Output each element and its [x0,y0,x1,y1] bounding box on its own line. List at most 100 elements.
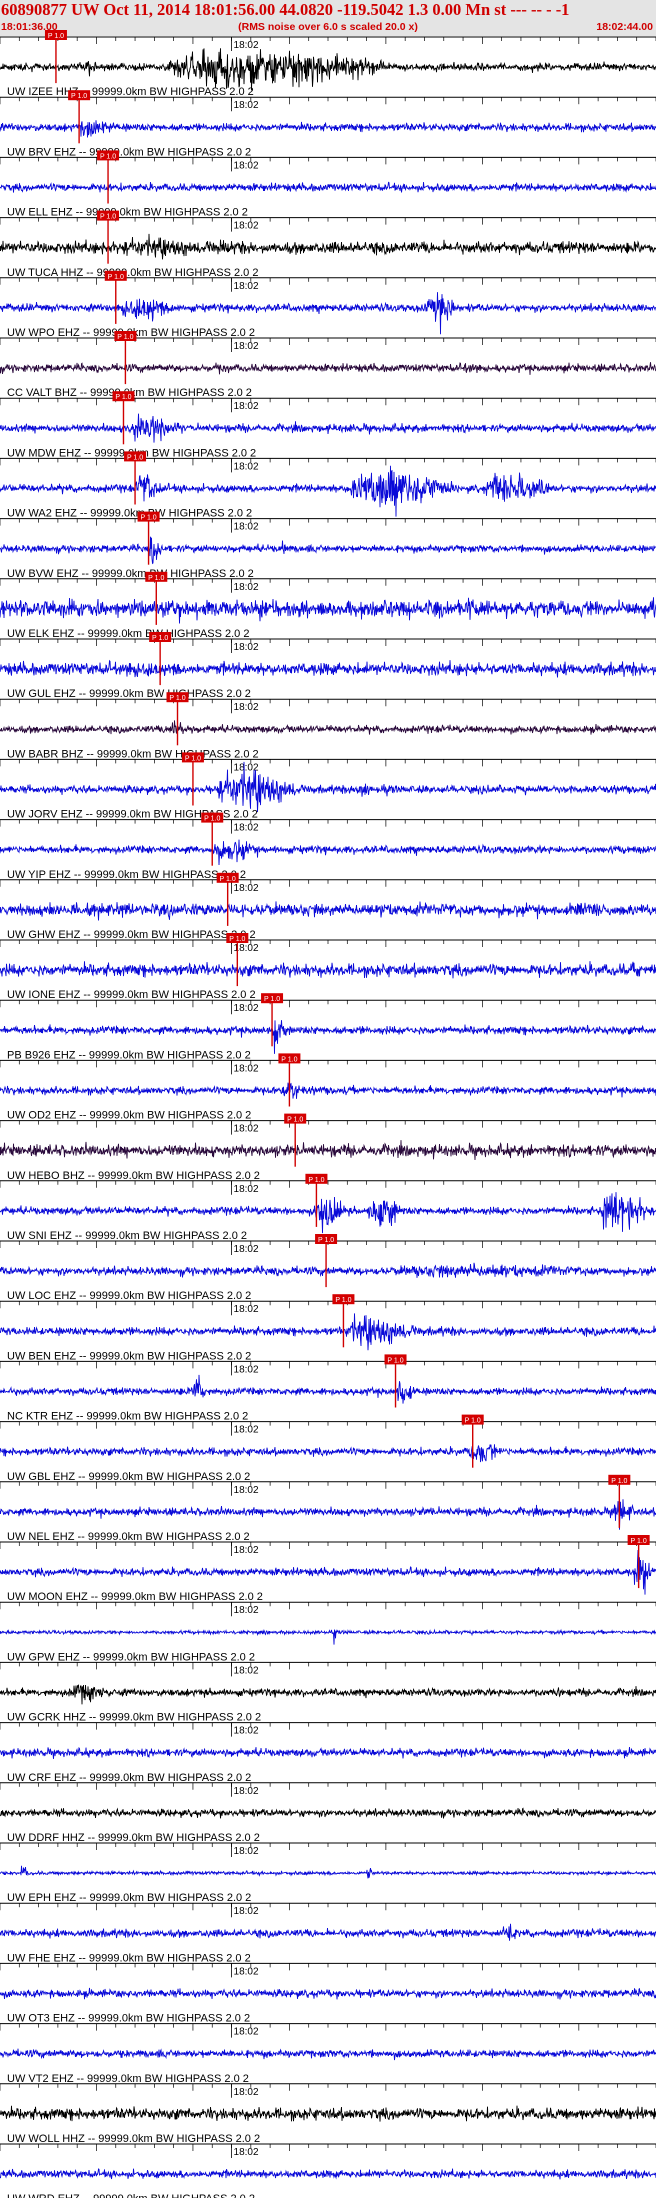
trace-label: UW BABR BHZ -- 99999.0km BW HIGHPASS 2.0… [7,748,259,760]
minute-tick-label: 18:02 [234,522,259,533]
phase-pick: P 1.0 [124,451,147,505]
trace-label: UW GHW EHZ -- 99999.0km BW HIGHPASS 2.0 … [7,929,256,941]
phase-pick: P 1.0 [104,270,127,324]
waveform [0,901,656,921]
trace-label: UW OD2 EHZ -- 99999.0km BW HIGHPASS 2.0 … [7,1110,251,1122]
phase-pick: P 1.0 [201,812,224,866]
phase-pick: P 1.0 [261,993,284,1047]
trace-row: 18:02 P 1.0 NC KTR EHZ -- 99999.0km BW HIG… [0,1354,656,1423]
trace-label: UW BRV EHZ -- 99999.0km BW HIGHPASS 2.0 … [7,146,251,158]
trace-row: 18:02 P 1.0 UW MOON EHZ -- 99999.0km BW HI… [0,1535,656,1603]
waveform [0,839,656,866]
trace-row: 18:02 UW DDRF HHZ -- 99999.0km BW HIGHPAS… [0,1782,656,1844]
phase-pick: P 1.0 [332,1294,355,1348]
minute-tick-label: 18:02 [234,1665,259,1676]
phase-pick: P 1.0 [181,752,204,806]
trace-label: UW HEBO BHZ -- 99999.0km BW HIGHPASS 2.0… [7,1170,260,1182]
trace-row: 18:02 UW VT2 EHZ -- 99999.0km BW HIGHPASS… [0,2023,656,2085]
trace-row: 18:02P 1.0UW MDW EHZ -- 99999.0km BW HIG… [0,391,656,459]
trace-row: 18:02P 1.0UW TUCA HHZ -- 99999.0km BW HI… [0,210,656,279]
minute-tick-label: 18:02 [234,1003,259,1014]
pick-label: P 1.0 [308,1177,324,1184]
trace-row: 18:02 P 1.0 UW BEN EHZ -- 99999.0km BW HIG… [0,1294,656,1362]
trace-label: UW IZEE HHZ -- 99999.0km BW HIGHPASS 2.0… [7,86,254,98]
trace-row: 18:02 UW WOLL HHZ -- 99999.0km BW HIGHPAS… [0,2083,656,2145]
trace-label: UW GUL EHZ -- 99999.0km BW HIGHPASS 2.0 … [7,688,251,700]
phase-pick: P 1.0 [608,1474,631,1528]
waveform [0,761,656,813]
trace-label: UW SNI EHZ -- 99999.0km BW HIGHPASS 2.0 … [7,1230,247,1242]
minute-tick-label: 18:02 [234,1304,259,1315]
trace-label: UW MOON EHZ -- 99999.0km BW HIGHPASS 2.0… [7,1591,263,1603]
trace-row: 18:02P 1.0UW JORV EHZ -- 99999.0km BW HI… [0,752,656,821]
trace-row: 18:02 UW FHE EHZ -- 99999.0km BW HIGHPASS… [0,1902,656,1964]
phase-pick: P 1.0 [112,391,135,445]
minute-tick-label: 18:02 [234,1485,259,1496]
trace-label: UW BEN EHZ -- 99999.0km BW HIGHPASS 2.0 … [7,1350,251,1362]
waveform [0,1987,656,2000]
trace-row: 18:02 P 1.0 UW SNI EHZ -- 99999.0km BW HIG… [0,1173,656,1242]
minute-tick-label: 18:02 [234,2027,259,2038]
waveform [0,1313,656,1351]
trace-row: 18:02P 1.0CC VALT BHZ -- 99999.0km BW HI… [0,331,656,399]
trace-label: UW OT3 EHZ -- 99999.0km BW HIGHPASS 2.0 … [7,2013,250,2025]
phase-pick: P 1.0 [114,331,137,385]
trace-label: UW IONE EHZ -- 99999.0km BW HIGHPASS 2.0… [7,989,256,1001]
waveform [0,2168,656,2180]
pick-label: P 1.0 [281,1056,297,1063]
waveform [0,1549,656,1595]
trace-label: UW FHE EHZ -- 99999.0km BW HIGHPASS 2.0 … [7,1952,251,1964]
minute-tick-label: 18:02 [234,1966,259,1977]
waveform [0,413,656,443]
pick-label: P 1.0 [100,214,116,221]
phase-pick: P 1.0 [315,1234,338,1288]
trace-row: 18:02P 1.0UW BRV EHZ -- 99999.0km BW HIG… [0,90,656,158]
trace-label: UW ELK EHZ -- 99999.0km BW HIGHPASS 2.0 … [7,628,249,640]
waveform [0,1374,656,1404]
waveform [0,1444,656,1463]
phase-pick: P 1.0 [305,1173,328,1227]
waveform [0,1499,656,1530]
waveform [0,1746,656,1759]
trace-label: UW EPH EHZ -- 99999.0km BW HIGHPASS 2.0 … [7,1892,251,1904]
trace-label: UW WA2 EHZ -- 99999.0km BW HIGHPASS 2.0 … [7,508,252,520]
waveform [0,597,656,624]
trace-row: 18:02P 1.0UW IZEE HHZ -- 99999.0km BW HI… [0,30,656,98]
trace-label: UW TUCA HHZ -- 99999.0km BW HIGHPASS 2.0… [7,267,258,279]
trace-row: 18:02P 1.0UW WPO EHZ -- 99999.0km BW HIG… [0,270,656,339]
phase-pick: P 1.0 [145,571,168,625]
trace-row: 18:02P 1.0UW ELK EHZ -- 99999.0km BW HIG… [0,571,656,640]
trace-row: 18:02 P 1.0 PB B926 EHZ -- 99999.0km BW HI… [0,993,656,1061]
waveform [0,1082,656,1099]
waveform [0,48,656,91]
phase-pick: P 1.0 [44,30,67,84]
minute-tick-label: 18:02 [234,461,259,472]
pick-label: P 1.0 [204,816,220,823]
phase-pick: P 1.0 [68,90,91,144]
trace-row: 18:02P 1.0UW IONE EHZ -- 99999.0km BW HI… [0,933,656,1001]
trace-label: UW GBL EHZ -- 99999.0km BW HIGHPASS 2.0 … [7,1471,250,1483]
pick-label: P 1.0 [152,635,168,642]
pick-label: P 1.0 [264,996,280,1003]
phase-pick: P 1.0 [284,1113,307,1167]
phase-pick: P 1.0 [278,1053,301,1107]
waveform [0,659,656,678]
phase-pick: P 1.0 [216,872,239,926]
trace-label: UW NEL EHZ -- 99999.0km BW HIGHPASS 2.0 … [7,1531,250,1543]
trace-row: 18:02P 1.0UW BVW EHZ -- 99999.0km BW HIG… [0,511,656,580]
waveform [0,362,656,375]
pick-label: P 1.0 [465,1418,481,1425]
phase-pick: P 1.0 [149,632,172,686]
trace-row: 18:02P 1.0UW BABR BHZ -- 99999.0km BW HI… [0,692,656,760]
waveform [0,1807,656,1819]
trace-label: UW YIP EHZ -- 99999.0km BW HIGHPASS 2.0 … [7,869,246,881]
waveform [0,1684,656,1705]
trace-label: UW WOLL HHZ -- 99999.0km BW HIGHPASS 2.0… [7,2133,260,2145]
pick-label: P 1.0 [115,394,131,401]
pick-label: P 1.0 [335,1297,351,1304]
waveform [0,2105,656,2122]
minute-tick-label: 18:02 [234,2147,259,2158]
minute-tick-label: 18:02 [234,1846,259,1857]
pick-label: P 1.0 [229,936,245,943]
minute-tick-label: 18:02 [234,2087,259,2098]
